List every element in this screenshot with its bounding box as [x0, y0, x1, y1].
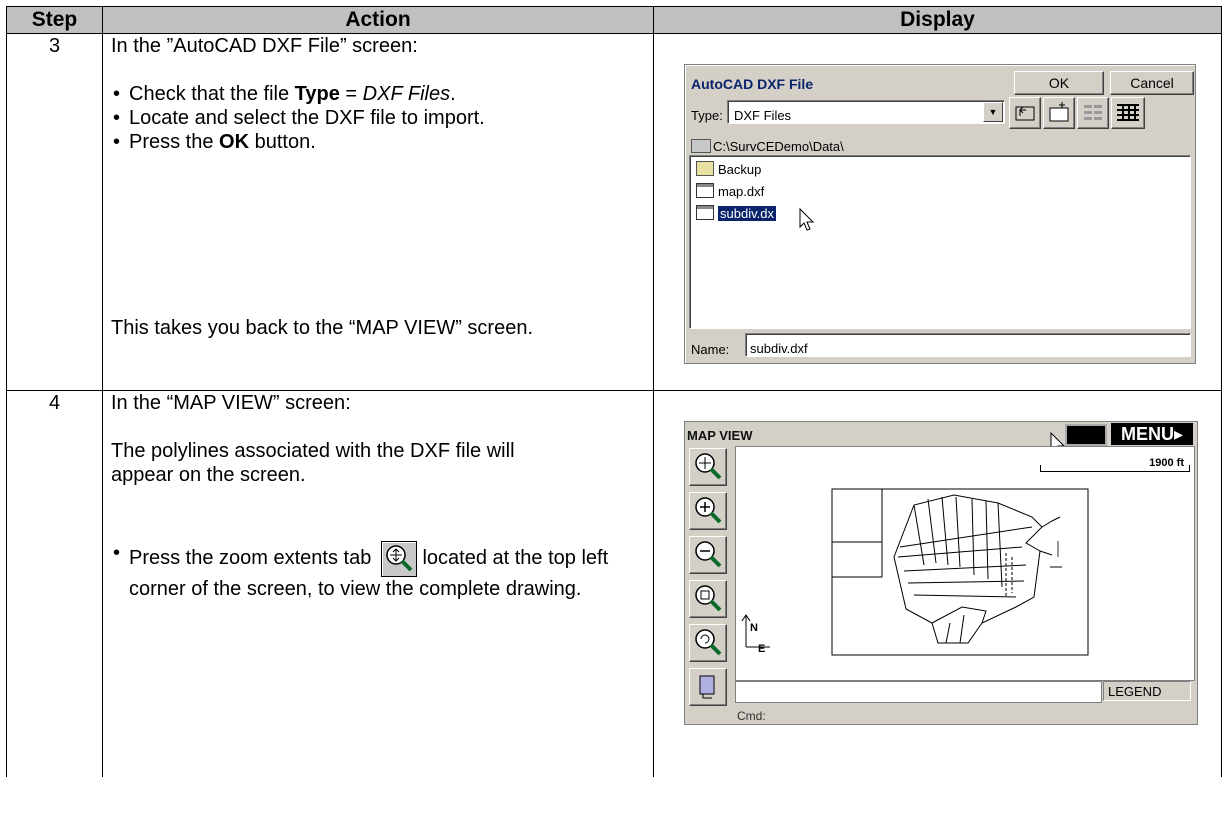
list-item[interactable]: map.dxf	[696, 182, 764, 202]
action-intro: In the “MAP VIEW” screen:	[111, 392, 351, 414]
type-select[interactable]: DXF Files ▼	[727, 100, 1005, 124]
pan-icon	[699, 675, 715, 699]
details-view-icon[interactable]	[1111, 97, 1145, 129]
dxf-file-dialog: AutoCAD DXF File OK Cancel Type: DXF Fil…	[684, 64, 1196, 364]
cancel-button[interactable]: Cancel	[1110, 71, 1194, 95]
color-swatch[interactable]	[1065, 424, 1107, 446]
bullet-select-file: Locate and select the DXF file to import…	[111, 106, 653, 130]
dxf-file-icon	[696, 205, 714, 220]
folder-icon	[696, 161, 714, 176]
action-bullets: Press the zoom extents tab located at th…	[111, 541, 653, 601]
dialog-title: AutoCAD DXF File	[691, 76, 814, 92]
bullet-zoom-extents: Press the zoom extents tab located at th…	[111, 541, 609, 601]
action-bullets: Check that the file Type = DXF Files. Lo…	[111, 82, 653, 154]
bullet-press-ok: Press the OK button.	[111, 130, 653, 154]
display-cell: AutoCAD DXF File OK Cancel Type: DXF Fil…	[653, 33, 1222, 391]
dialog-titlebar: AutoCAD DXF File OK Cancel	[689, 69, 1194, 95]
action-cell: In the ”AutoCAD DXF File” screen: Check …	[102, 33, 654, 391]
drawing-boundary	[831, 488, 1089, 656]
action-paragraph: The polylines associated with the DXF fi…	[111, 440, 515, 486]
chevron-down-icon[interactable]: ▼	[983, 102, 1003, 122]
ok-button[interactable]: OK	[1014, 71, 1104, 95]
name-label: Name:	[691, 342, 730, 357]
zoom-window-button[interactable]	[689, 580, 727, 618]
display-cell: MAP VIEW MENU▸ 1900 ft N E LEGEND Cmd:	[653, 390, 1222, 777]
zoom-in-button[interactable]	[689, 492, 727, 530]
map-view-title: MAP VIEW	[687, 428, 753, 443]
list-item[interactable]: Backup	[696, 160, 761, 180]
filename-input[interactable]: subdiv.dxf	[745, 333, 1191, 357]
file-list[interactable]: Backup map.dxf subdiv.dx	[689, 155, 1191, 329]
map-view-screen: MAP VIEW MENU▸ 1900 ft N E LEGEND Cmd:	[684, 421, 1198, 725]
zoom-extents-icon	[380, 541, 417, 577]
step-number: 4	[6, 390, 103, 777]
north-label: N	[750, 622, 758, 634]
new-folder-icon[interactable]	[1043, 97, 1075, 129]
zoom-out-button[interactable]	[689, 536, 727, 574]
east-label: E	[758, 643, 765, 655]
type-value: DXF Files	[734, 108, 792, 123]
zoom-in-icon	[695, 497, 722, 524]
action-outro: This takes you back to the “MAP VIEW” sc…	[111, 317, 534, 339]
command-input[interactable]	[735, 681, 1102, 703]
action-cell: In the “MAP VIEW” screen: The polylines …	[102, 390, 654, 777]
drive-icon	[691, 139, 711, 153]
zoom-previous-button[interactable]	[689, 624, 727, 662]
legend-button[interactable]: LEGEND	[1103, 681, 1191, 701]
command-label: Cmd:	[737, 709, 766, 723]
header-step: Step	[6, 6, 103, 34]
list-view-icon[interactable]	[1077, 97, 1109, 129]
menu-button[interactable]: MENU▸	[1111, 423, 1193, 445]
header-action: Action	[102, 6, 654, 34]
step-number: 3	[6, 33, 103, 391]
header-display: Display	[653, 6, 1222, 34]
zoom-window-icon	[695, 585, 722, 612]
pan-button[interactable]	[689, 668, 727, 706]
up-folder-icon[interactable]	[1009, 97, 1041, 129]
action-intro: In the ”AutoCAD DXF File” screen:	[111, 35, 418, 57]
zoom-out-icon	[695, 541, 722, 568]
type-label: Type:	[691, 108, 723, 123]
list-item-selected[interactable]: subdiv.dx	[696, 204, 776, 224]
procedure-table: Step Action Display 3 In the ”AutoCAD DX…	[6, 6, 1222, 777]
dxf-drawing: N E	[741, 488, 1089, 656]
zoom-previous-icon	[695, 629, 722, 656]
zoom-extents-icon	[695, 453, 722, 480]
dxf-file-icon	[696, 183, 714, 198]
zoom-extents-button[interactable]	[689, 448, 727, 486]
bullet-check-type: Check that the file Type = DXF Files.	[111, 82, 653, 106]
map-canvas[interactable]: 1900 ft N E	[735, 446, 1195, 681]
mouse-pointer-icon	[799, 208, 815, 231]
